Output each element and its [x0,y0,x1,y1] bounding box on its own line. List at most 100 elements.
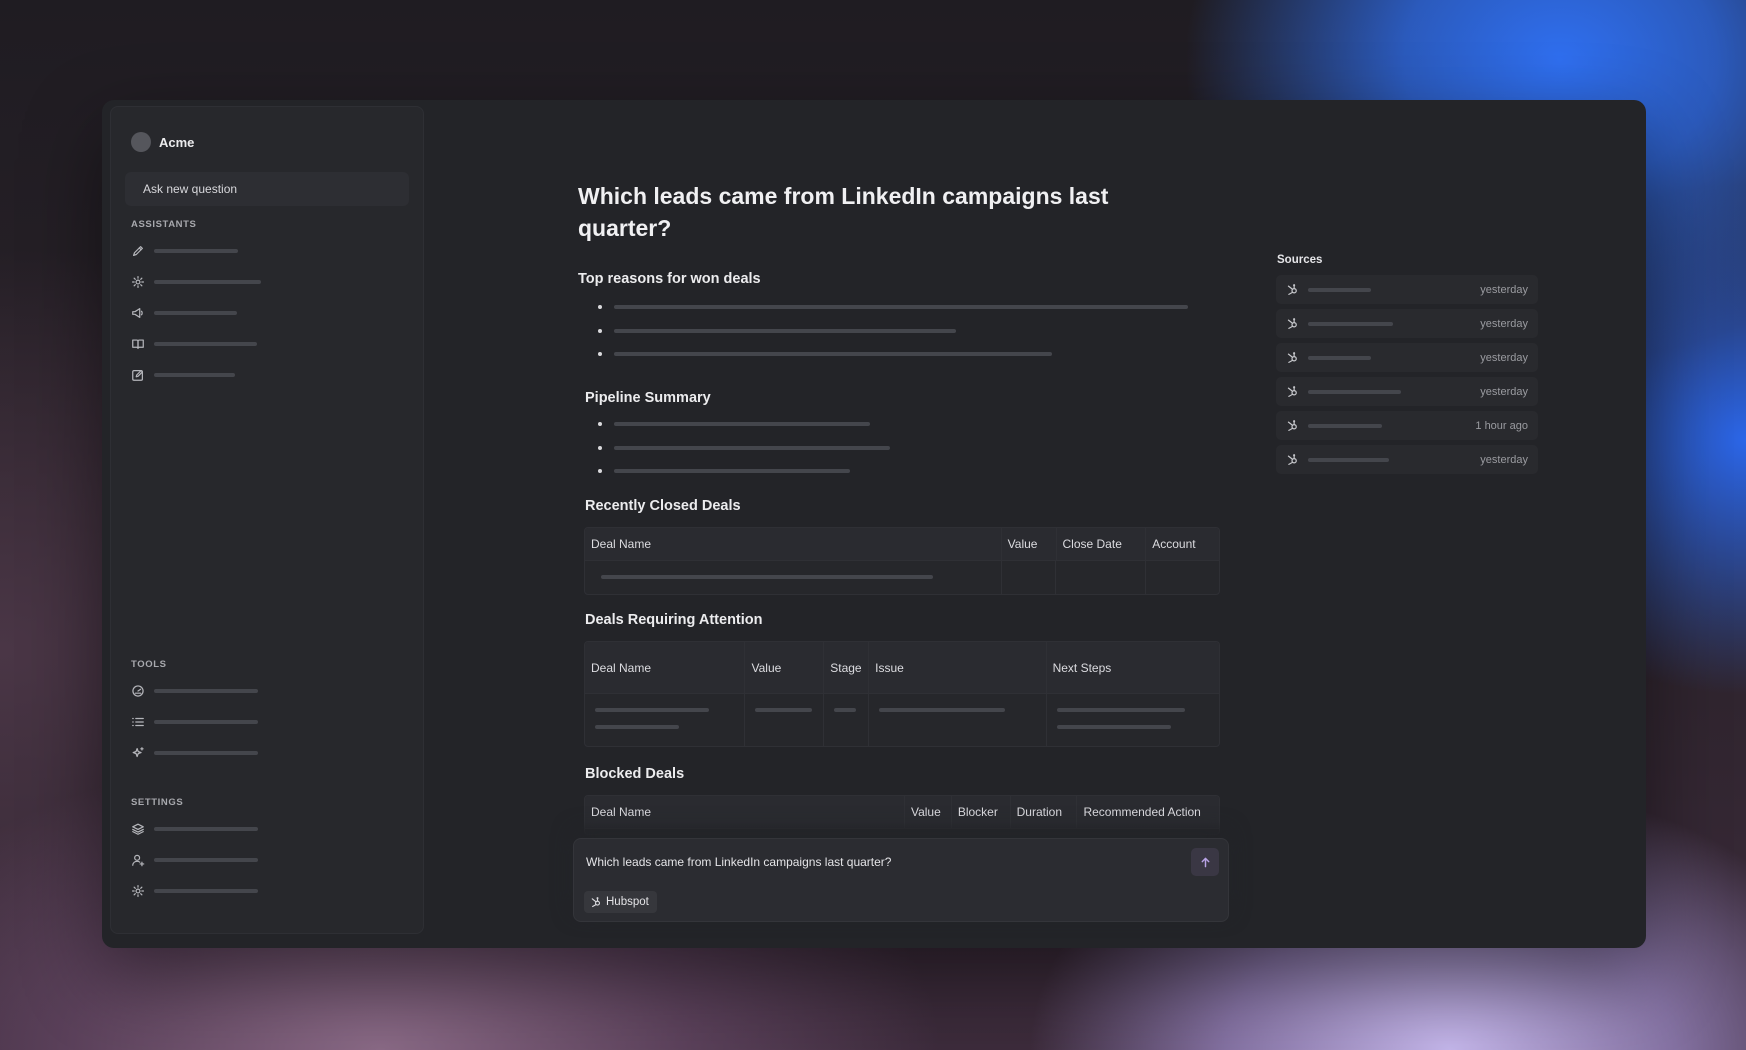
column-header[interactable]: Value [745,642,825,693]
question-composer[interactable]: Which leads came from LinkedIn campaigns… [573,838,1229,922]
list-item [598,446,890,450]
hubspot-icon [1287,454,1297,465]
list-item [598,352,1052,356]
arrow-up-icon [1201,857,1209,867]
source-item[interactable]: yesterday [1276,445,1538,474]
section-heading-recently-closed: Recently Closed Deals [585,498,741,514]
column-header[interactable]: Value [1002,528,1057,560]
column-header[interactable]: Stage [824,642,870,693]
book-icon [132,339,144,349]
source-title-placeholder [1308,389,1401,394]
gauge-icon [132,685,144,697]
assistant-label-placeholder [154,249,238,253]
send-button[interactable] [1191,848,1219,876]
section-heading-pipeline: Pipeline Summary [585,390,711,406]
layers-icon [132,823,144,835]
attention-table: Deal Name Value Stage Issue Next Steps [584,641,1220,747]
settings-label-placeholder [154,858,258,862]
list-item [598,422,870,426]
assistant-item-2[interactable] [131,274,261,290]
chip-label: Hubspot [606,896,649,908]
column-header[interactable]: Deal Name [585,642,746,693]
source-item[interactable]: yesterday [1276,309,1538,338]
assistant-label-placeholder [154,280,261,284]
column-header[interactable]: Account [1146,528,1219,560]
list-item [598,469,850,473]
source-chip-hubspot[interactable]: Hubspot [584,891,657,913]
gear-icon [131,884,145,898]
tool-item-2[interactable] [131,714,258,730]
column-header[interactable]: Deal Name [585,528,1002,560]
source-item[interactable]: 1 hour ago [1276,411,1538,440]
assistant-item-4[interactable] [131,336,257,352]
source-time: yesterday [1480,453,1528,466]
table-row[interactable] [585,561,1219,594]
settings-item-2[interactable] [131,852,258,868]
assistant-label-placeholder [154,342,257,346]
source-title-placeholder [1308,287,1371,292]
tool-label-placeholder [154,751,258,755]
source-time: yesterday [1480,317,1528,330]
workspace-switcher[interactable]: Acme [131,132,194,152]
assistant-item-5[interactable] [131,367,235,383]
list-item [598,329,956,333]
ask-new-question-button[interactable]: Ask new question [125,172,409,206]
assistant-label-placeholder [154,373,235,377]
pen-icon [133,246,143,256]
gear-icon [131,275,145,289]
tool-label-placeholder [154,689,258,693]
settings-label-placeholder [154,889,258,893]
tool-item-3[interactable] [131,745,258,761]
user-add-icon [132,854,145,867]
source-title-placeholder [1308,457,1389,462]
hubspot-icon [591,897,601,908]
source-title-placeholder [1308,423,1382,428]
tool-item-1[interactable] [131,683,258,699]
edit-icon [132,370,143,381]
table-header: Deal Name Value Stage Issue Next Steps [585,642,1219,694]
source-title-placeholder [1308,321,1393,326]
column-header[interactable]: Next Steps [1047,642,1219,693]
assistant-item-3[interactable] [131,305,237,321]
source-title-placeholder [1308,355,1371,360]
table-row[interactable] [585,694,1219,746]
workspace-name: Acme [159,134,195,150]
section-heading-won-reasons: Top reasons for won deals [578,271,761,287]
source-time: yesterday [1480,385,1528,398]
hubspot-icon [1287,386,1297,397]
settings-item-1[interactable] [131,821,258,837]
source-time: yesterday [1480,283,1528,296]
sidebar: Acme Ask new question ASSISTANTS TOOLS S… [110,106,424,934]
workspace-avatar [131,132,151,152]
assistant-item-1[interactable] [131,243,238,259]
sparkle-icon [132,747,144,758]
source-time: 1 hour ago [1475,419,1528,432]
question-input[interactable]: Which leads came from LinkedIn campaigns… [586,855,891,869]
settings-label-placeholder [154,827,258,831]
settings-section-label: SETTINGS [131,797,184,808]
list-item [598,305,1188,309]
assistant-label-placeholder [154,311,237,315]
source-item[interactable]: yesterday [1276,275,1538,304]
hubspot-icon [1287,420,1297,431]
assistants-section-label: ASSISTANTS [131,219,197,230]
list-icon [132,717,144,727]
settings-item-3[interactable] [131,883,258,899]
section-heading-attention: Deals Requiring Attention [585,612,763,628]
section-heading-blocked: Blocked Deals [585,766,685,782]
tools-section-label: TOOLS [131,659,167,670]
sources-label: Sources [1277,254,1323,266]
hubspot-icon [1287,284,1297,295]
column-header[interactable]: Close Date [1057,528,1147,560]
page-title: Which leads came from LinkedIn campaigns… [578,183,1109,241]
source-item[interactable]: yesterday [1276,377,1538,406]
source-item[interactable]: yesterday [1276,343,1538,372]
hubspot-icon [1287,352,1297,363]
source-time: yesterday [1480,351,1528,364]
tool-label-placeholder [154,720,258,724]
megaphone-icon [132,308,143,318]
table-header: Deal Name Value Close Date Account [585,528,1219,561]
hubspot-icon [1287,318,1297,329]
column-header[interactable]: Issue [869,642,1047,693]
recently-closed-table: Deal Name Value Close Date Account [584,527,1220,595]
